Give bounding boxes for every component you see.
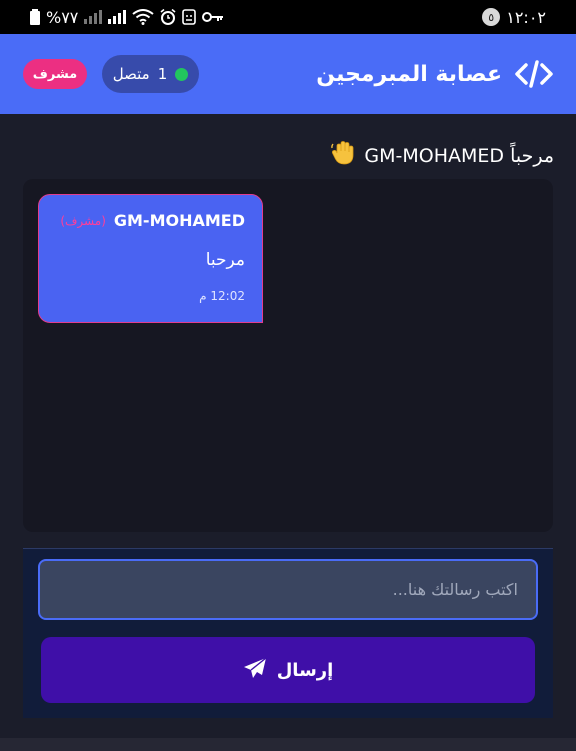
android-icon <box>182 9 197 25</box>
notification-badge: ٥ <box>482 8 501 26</box>
online-count: 1 <box>157 65 168 83</box>
send-label: إرسال <box>276 659 334 681</box>
online-dot-icon <box>175 67 189 81</box>
battery-percent: %٧٧ <box>46 7 79 27</box>
welcome-message: مرحباً GM-MOHAMED <box>330 140 554 171</box>
messages-panel: GM-MOHAMED (مشرف) مرحبا 12:02 م <box>23 179 553 532</box>
admin-badge: مشرف <box>23 59 87 89</box>
message-input[interactable] <box>38 559 538 620</box>
welcome-text: مرحباً GM-MOHAMED <box>364 144 554 167</box>
message-bubble: GM-MOHAMED (مشرف) مرحبا 12:02 م <box>38 194 263 323</box>
message-text: مرحبا <box>205 250 245 270</box>
paper-plane-icon <box>243 656 267 684</box>
status-right: ٥ ١٢:٠٢ <box>482 8 546 27</box>
wifi-icon <box>132 9 155 25</box>
message-time: 12:02 م <box>199 289 245 303</box>
message-header: GM-MOHAMED (مشرف) <box>60 211 245 230</box>
waving-hand-icon <box>330 140 356 171</box>
navigation-bar <box>0 738 576 751</box>
online-status-pill: 1 متصل <box>102 55 199 93</box>
app-header: عصابة المبرمجين 1 متصل مشرف <box>0 34 576 114</box>
signal-icon <box>108 10 127 24</box>
message-role-tag: (مشرف) <box>60 213 106 228</box>
signal-icon <box>84 10 103 24</box>
app-title: عصابة المبرمجين <box>316 61 502 87</box>
online-label: متصل <box>112 65 150 83</box>
alarm-icon <box>160 9 176 25</box>
battery-icon <box>30 9 40 25</box>
send-button[interactable]: إرسال <box>41 637 535 703</box>
clock: ١٢:٠٢ <box>506 7 546 27</box>
message-sender: GM-MOHAMED <box>113 211 245 230</box>
composer: إرسال <box>23 548 553 718</box>
status-left: %٧٧ <box>30 8 224 27</box>
key-icon <box>202 11 224 23</box>
brand: عصابة المبرمجين <box>316 34 554 114</box>
status-bar: %٧٧ ٥ ١٢:٠٢ <box>0 0 576 34</box>
code-icon <box>514 59 554 89</box>
